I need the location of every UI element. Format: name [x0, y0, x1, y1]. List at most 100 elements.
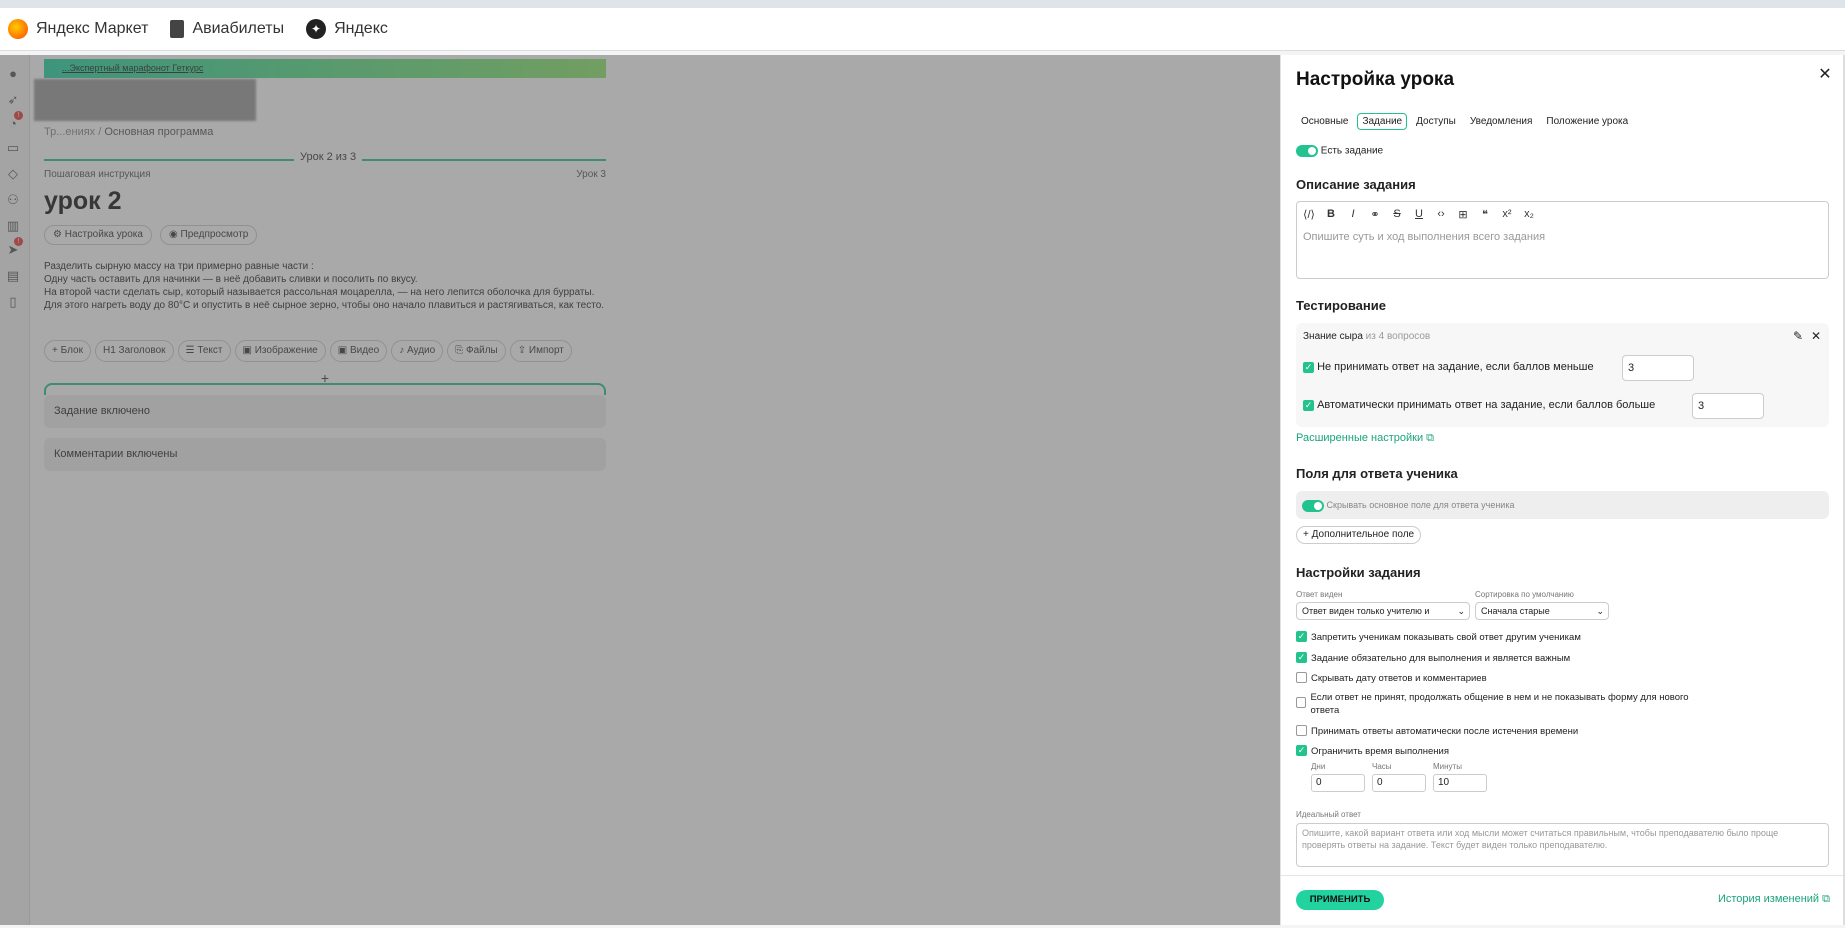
bookmark-label: Яндекс [334, 20, 388, 37]
link-icon[interactable]: ⚭ [1369, 208, 1381, 221]
task-settings-title: Настройки задания [1296, 565, 1421, 580]
next-step-link[interactable]: Урок 3 [576, 169, 606, 180]
add-files-button[interactable]: ⎘ Файлы [447, 340, 506, 362]
chart-icon[interactable]: ▥ [4, 217, 22, 235]
option-checkbox[interactable] [1296, 672, 1307, 683]
add-extra-field-button[interactable]: + Дополнительное поле [1296, 526, 1422, 544]
block-toolbar: + Блок H1 Заголовок ☰ Текст ▣ Изображени… [44, 340, 572, 362]
task-enabled-card[interactable]: Задание включено [44, 395, 606, 428]
accept-threshold-row: ✓ Автоматически принимать ответ на задан… [1303, 399, 1655, 411]
accept-threshold-input[interactable]: 3 [1692, 393, 1764, 419]
advanced-settings-link[interactable]: Расширенные настройки ⧉ [1296, 432, 1434, 445]
option-checkbox[interactable] [1296, 697, 1307, 708]
remove-test-icon[interactable]: ✕ [1811, 329, 1821, 343]
option-row[interactable]: Принимать ответы автоматически после ист… [1296, 725, 1716, 738]
sort-select[interactable]: Сначала старые ⌄ [1475, 602, 1609, 620]
days-input[interactable]: 0 [1311, 774, 1365, 792]
chevron-down-icon: ⌄ [1596, 606, 1604, 616]
option-row[interactable]: Скрывать дату ответов и комментариев [1296, 672, 1716, 685]
accept-checkbox[interactable]: ✓ [1303, 399, 1314, 411]
rocket-icon[interactable]: ➶ [4, 91, 22, 109]
promo-banner[interactable]: ...Экспертный марафонот Геткурс [44, 59, 606, 78]
import-button[interactable]: ⇪ Импорт [509, 340, 572, 362]
minutes-input[interactable]: 10 [1433, 774, 1487, 792]
option-row[interactable]: ✓ Ограничить время выполнения [1296, 745, 1716, 758]
add-heading-button[interactable]: H1 Заголовок [94, 340, 174, 362]
option-row[interactable]: ✓ Запретить ученикам показывать свой отв… [1296, 631, 1716, 644]
lesson-settings-button[interactable]: ⚙ Настройка урока [44, 225, 152, 245]
add-video-button[interactable]: ▣ Видео [329, 340, 388, 362]
tab-access[interactable]: Доступы [1411, 113, 1461, 130]
tab-notifications[interactable]: Уведомления [1465, 113, 1538, 130]
yandex-icon: ✦ [306, 19, 327, 39]
option-row[interactable]: ✓ Задание обязательно для выполнения и я… [1296, 652, 1716, 665]
main-area: ● ➶ ◔ ! ▭ ◇ ⚇ ▥ ➤ ! ▤ ▯ ...Экспертный ма… [0, 55, 1845, 925]
option-checkbox[interactable] [1296, 725, 1307, 736]
prev-step-link[interactable]: Пошаговая инструкция [44, 169, 151, 180]
wallet-icon[interactable]: ▤ [4, 267, 22, 285]
answer-visible-select[interactable]: Ответ виден только учителю и ⌄ [1296, 602, 1470, 620]
underline-icon[interactable]: U [1413, 208, 1425, 221]
notification-badge: ! [14, 237, 23, 246]
graduation-cap-icon[interactable]: ◇ [4, 165, 22, 183]
reject-threshold-input[interactable]: 3 [1622, 355, 1694, 381]
has-task-label: Есть задание [1320, 145, 1384, 157]
task-description-editor[interactable]: ⟨/⟩ B I ⚭ S U ‹› ⊞ ❝ x² x₂ Опишите суть … [1296, 201, 1829, 279]
add-image-button[interactable]: ▣ Изображение [234, 340, 326, 362]
subscript-icon[interactable]: x₂ [1523, 208, 1535, 221]
laptop-icon[interactable]: ▭ [4, 139, 22, 157]
avatar[interactable]: ● [4, 65, 22, 83]
notification-badge: ! [14, 111, 23, 120]
test-name: Знание сыра [1303, 331, 1363, 342]
close-icon[interactable]: ✕ [1815, 65, 1835, 85]
add-audio-button[interactable]: ♪ Аудио [391, 340, 444, 362]
add-block-button[interactable]: + Блок [44, 340, 91, 362]
strikethrough-icon[interactable]: S [1391, 208, 1403, 221]
users-icon[interactable]: ⚇ [4, 191, 22, 209]
edit-icon[interactable]: ✎ [1793, 329, 1803, 343]
tab-basic[interactable]: Основные [1296, 113, 1353, 130]
hours-input[interactable]: 0 [1372, 774, 1426, 792]
inline-code-icon[interactable]: ‹› [1435, 208, 1447, 221]
bookmark-yandex[interactable]: ✦ Яндекс [306, 19, 388, 39]
comments-enabled-card[interactable]: Комментарии включены [44, 438, 606, 471]
add-text-button[interactable]: ☰ Текст [177, 340, 231, 362]
italic-icon[interactable]: I [1347, 208, 1359, 221]
side-rail: ● ➶ ◔ ! ▭ ◇ ⚇ ▥ ➤ ! ▤ ▯ [0, 55, 30, 925]
minutes-label: Минуты [1433, 762, 1462, 771]
option-checkbox[interactable]: ✓ [1296, 745, 1307, 756]
apply-button[interactable]: ПРИМЕНИТЬ [1296, 890, 1384, 910]
lesson-text: Разделить сырную массу на три примерно р… [44, 261, 605, 311]
superscript-icon[interactable]: x² [1501, 208, 1513, 221]
breadcrumb-item[interactable]: Основная программа [104, 126, 213, 138]
code-view-icon[interactable]: ⟨/⟩ [1303, 208, 1315, 221]
hide-main-field-label: Скрывать основное поле для ответа ученик… [1326, 500, 1515, 510]
ideal-answer-textarea[interactable]: Опишите, какой вариант ответа или ход мы… [1296, 823, 1829, 867]
sort-label: Сортировка по умолчанию [1475, 590, 1574, 599]
lesson-editor: ● ➶ ◔ ! ▭ ◇ ⚇ ▥ ➤ ! ▤ ▯ ...Экспертный ма… [0, 55, 1280, 925]
reject-checkbox[interactable]: ✓ [1303, 361, 1314, 373]
bold-icon[interactable]: B [1325, 208, 1337, 221]
bookmark-yandex-market[interactable]: Яндекс Маркет [8, 19, 148, 39]
option-checkbox[interactable]: ✓ [1296, 652, 1307, 663]
bookmark-avia[interactable]: Авиабилеты [170, 20, 284, 38]
phone-icon[interactable]: ▯ [4, 293, 22, 311]
preview-button[interactable]: ◉ Предпросмотр [160, 225, 258, 245]
insert-icon[interactable]: ⊞ [1457, 208, 1469, 221]
hide-main-field-row: Скрывать основное поле для ответа ученик… [1296, 491, 1829, 519]
breadcrumb: Тр...ениях / Основная программа [44, 126, 214, 138]
option-checkbox[interactable]: ✓ [1296, 631, 1307, 642]
section-divider [44, 383, 606, 395]
bookmark-label: Авиабилеты [192, 20, 285, 37]
hide-main-field-toggle[interactable] [1302, 499, 1324, 512]
history-link[interactable]: История изменений ⧉ [1718, 893, 1830, 906]
quote-icon[interactable]: ❝ [1479, 208, 1491, 221]
lesson-settings-panel: Настройка урока ✕ Основные Задание Досту… [1280, 55, 1845, 925]
panel-title: Настройка урока [1296, 69, 1455, 90]
test-name-row: Знание сыра из 4 вопросов [1303, 331, 1430, 342]
hours-label: Часы [1372, 762, 1392, 771]
has-task-toggle[interactable] [1296, 145, 1318, 157]
tab-lesson-position[interactable]: Положение урока [1541, 113, 1633, 130]
tab-task[interactable]: Задание [1357, 113, 1408, 130]
option-row[interactable]: Если ответ не принят, продолжать общение… [1296, 691, 1696, 717]
